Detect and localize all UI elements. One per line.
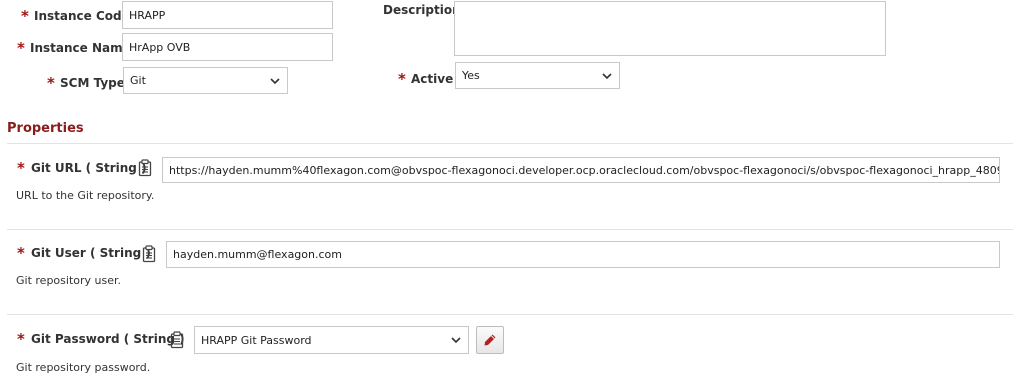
- clipboard-icon[interactable]: [169, 331, 185, 349]
- required-marker: *: [17, 244, 25, 262]
- git-user-label: Git User ( String ): [31, 246, 151, 260]
- properties-title: Properties: [7, 121, 84, 136]
- description-textarea[interactable]: [454, 1, 886, 56]
- description-label: Description: [383, 3, 461, 17]
- scm-type-value: Git: [130, 74, 146, 87]
- instance-name-label: Instance Name: [30, 41, 131, 55]
- active-value: Yes: [462, 69, 480, 82]
- scm-type-label: SCM Type: [60, 76, 125, 90]
- instance-name-input[interactable]: HrApp OVB: [122, 33, 333, 61]
- git-url-label: Git URL ( String ): [31, 161, 147, 175]
- instance-code-label: Instance Code: [34, 9, 130, 23]
- git-user-description: Git repository user.: [16, 274, 121, 287]
- active-label: Active: [411, 72, 454, 86]
- required-marker: *: [17, 159, 25, 177]
- instance-name-value: HrApp OVB: [129, 40, 191, 54]
- instance-code-input[interactable]: HRAPP: [122, 1, 333, 29]
- git-password-select[interactable]: HRAPP Git Password: [194, 326, 469, 354]
- clipboard-icon[interactable]: [141, 245, 157, 263]
- instance-code-value: HRAPP: [129, 8, 166, 22]
- git-password-value: HRAPP Git Password: [201, 333, 312, 347]
- git-user-input[interactable]: hayden.mumm@flexagon.com: [166, 241, 1000, 268]
- required-marker: *: [398, 70, 406, 88]
- git-user-value: hayden.mumm@flexagon.com: [173, 248, 342, 261]
- required-marker: *: [17, 330, 25, 348]
- required-marker: *: [17, 39, 25, 57]
- git-password-label: Git Password ( String ): [31, 332, 185, 346]
- git-url-description: URL to the Git repository.: [16, 189, 155, 202]
- chevron-down-icon: [270, 77, 280, 84]
- git-url-value: https://hayden.mumm%40flexagon.com@obvsp…: [169, 163, 1000, 177]
- edit-password-button[interactable]: [476, 326, 504, 354]
- git-url-input[interactable]: https://hayden.mumm%40flexagon.com@obvsp…: [162, 157, 1000, 183]
- required-marker: *: [21, 7, 29, 25]
- section-divider: [7, 143, 1013, 144]
- active-select[interactable]: Yes: [455, 62, 620, 89]
- clipboard-icon[interactable]: [137, 159, 153, 177]
- chevron-down-icon: [602, 72, 612, 79]
- scm-type-select[interactable]: Git: [123, 67, 288, 94]
- git-password-description: Git repository password.: [16, 361, 151, 374]
- chevron-down-icon: [451, 337, 461, 344]
- required-marker: *: [47, 74, 55, 92]
- row-divider: [7, 314, 1013, 315]
- pencil-icon: [484, 334, 496, 346]
- row-divider: [7, 229, 1013, 230]
